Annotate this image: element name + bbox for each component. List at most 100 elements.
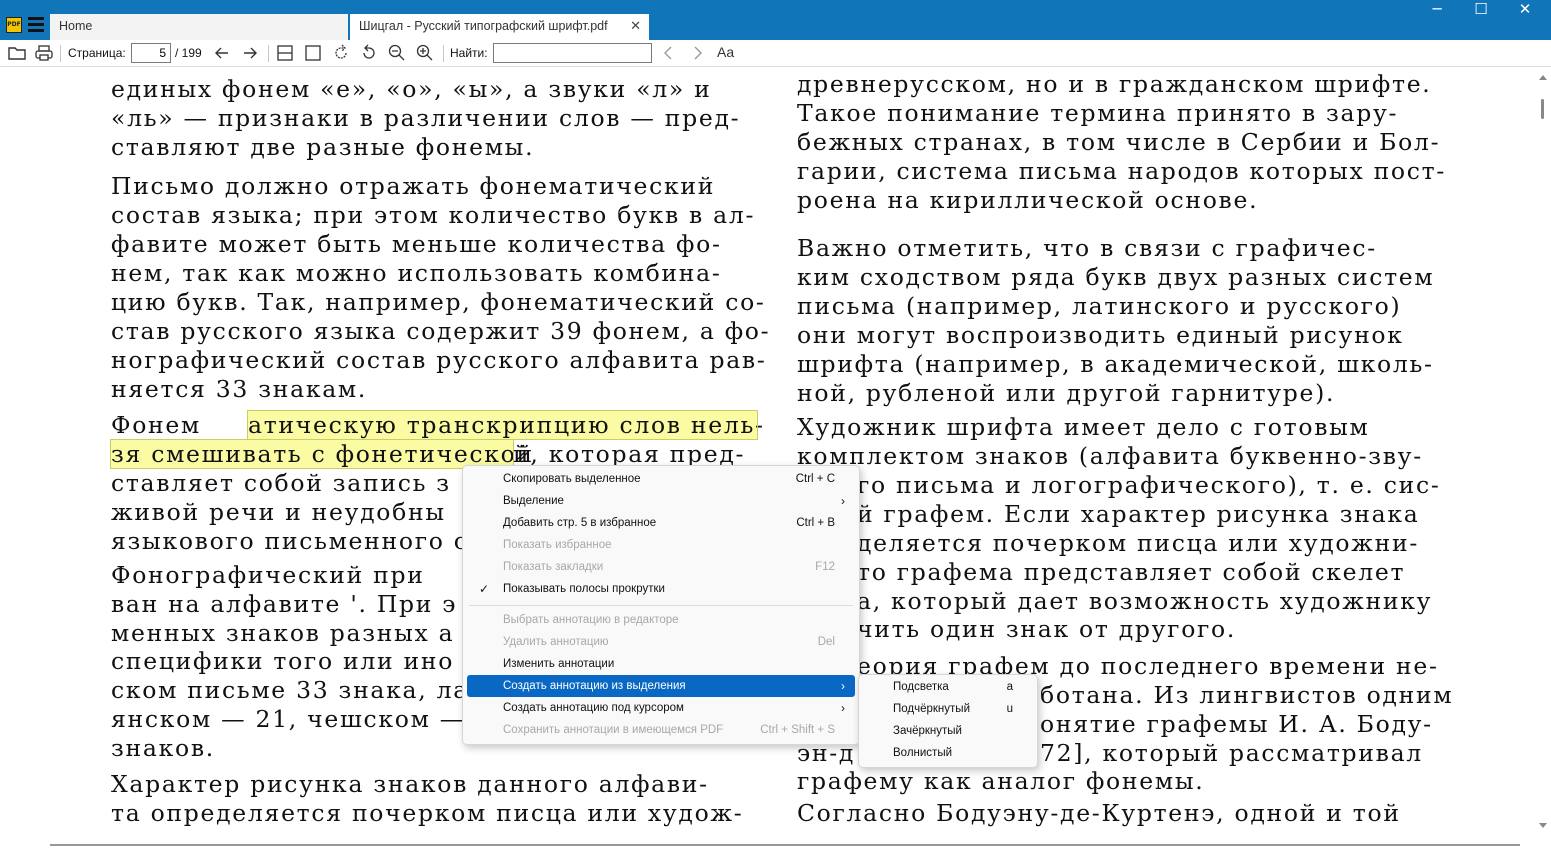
menu-shortcut: Ctrl + B [796, 517, 835, 529]
submenu-item-underline[interactable]: Подчёркнутый u [863, 698, 1031, 720]
text-line: состав языка; при этом количество букв в… [111, 201, 756, 229]
arrow-left-icon[interactable] [212, 43, 232, 63]
menu-item-show-favorites: Показать избранное [467, 534, 855, 556]
menu-item-label: Показывать полосы прокрутки [503, 583, 665, 595]
menu-item-delete-annotation: Удалить аннотацию Del [467, 631, 855, 653]
scroll-down-icon[interactable] [1539, 823, 1547, 828]
annotation-submenu: Подсветка a Подчёркнутый u Зачёркнутый В… [858, 674, 1038, 768]
submenu-item-highlight[interactable]: Подсветка a [863, 676, 1031, 698]
text-line: деляется почерком писца или художни- [857, 529, 1419, 557]
submenu-item-squiggly[interactable]: Волнистый [863, 742, 1031, 764]
menu-item-edit-annotations[interactable]: Изменить аннотации [467, 653, 855, 675]
menu-item-label: Выделение [503, 495, 564, 507]
text-line: Фонем [111, 411, 202, 439]
menu-item-label: Волнистый [893, 747, 953, 759]
horizontal-scrollbar[interactable] [0, 837, 1551, 853]
find-next-icon[interactable] [687, 43, 707, 63]
menu-item-create-annotation-from-selection[interactable]: Создать аннотацию из выделения › [467, 675, 855, 697]
tab-document[interactable]: Шицгал - Русский типографский шрифт.pdf … [350, 14, 649, 40]
text-line: онятие графемы И. А. Боду- [1040, 710, 1433, 738]
menu-item-selection[interactable]: Выделение › [467, 490, 855, 512]
maximize-button[interactable]: ☐ [1459, 0, 1503, 32]
menu-item-label: Добавить стр. 5 в избранное [503, 517, 657, 529]
scrollbar-thumb[interactable] [1541, 99, 1544, 119]
match-case-button[interactable]: Aa [717, 44, 734, 60]
text-line: чить один знак от другого. [857, 615, 1237, 643]
text-line: став русского языка содержит 39 фонем, а… [111, 317, 771, 345]
zoom-out-icon[interactable] [387, 43, 407, 63]
text-line: знаков. [111, 734, 215, 762]
text-line: Фонографический при [111, 561, 425, 589]
toolbar-separator [268, 45, 269, 62]
tab-home[interactable]: Home [50, 14, 348, 40]
page-label: Страница: [68, 46, 126, 60]
menu-item-copy-selection[interactable]: Скопировать выделенное Ctrl + C [467, 468, 855, 490]
text-line: цию букв. Так, например, фонематический … [111, 288, 766, 316]
app-logo-icon: PDF [6, 17, 22, 33]
text-line: й графем. Если характер рисунка знака [857, 500, 1420, 528]
find-prev-icon[interactable] [659, 43, 679, 63]
menu-item-label: Показать избранное [503, 539, 612, 551]
text-line: «ль» — признаки в различении слов — пред… [111, 104, 741, 132]
text-line: языкового письменного о [111, 527, 470, 555]
menu-item-label: Создать аннотацию из выделения [503, 680, 686, 692]
text-line: ботана. Из лингвистов одним [1040, 681, 1454, 709]
tab-close-icon[interactable]: ✕ [630, 14, 641, 38]
submenu-item-strikeout[interactable]: Зачёркнутый [863, 720, 1031, 742]
text-line: Характер рисунка знаков данного алфави- [111, 770, 709, 798]
menu-item-create-annotation-under-cursor[interactable]: Создать аннотацию под курсором › [467, 697, 855, 719]
text-line: ким сходством ряда букв двух разных сист… [797, 263, 1435, 291]
text-line: нографический состав русского алфавита р… [111, 346, 767, 374]
menu-item-label: Изменить аннотации [503, 658, 615, 670]
menu-item-label: Зачёркнутый [893, 725, 962, 737]
text-line: единых фонем «е», «о», «ы», а звуки «л» … [111, 75, 712, 103]
text-line: ставляют две разные фонемы. [111, 133, 535, 161]
fit-width-icon[interactable] [275, 43, 295, 63]
tab-home-label: Home [59, 19, 93, 33]
text-line: ставляет собой запись з [111, 469, 451, 497]
menu-item-label: Удалить аннотацию [503, 636, 609, 648]
page-number-input[interactable] [131, 43, 171, 63]
close-button[interactable]: ✕ [1503, 0, 1547, 32]
vertical-scrollbar[interactable] [1535, 67, 1551, 837]
menu-item-select-annotation: Выбрать аннотацию в редакторе [467, 609, 855, 631]
rotate-right-icon[interactable] [359, 43, 379, 63]
scroll-up-icon[interactable] [1539, 75, 1547, 80]
menu-separator [469, 605, 853, 606]
print-icon[interactable] [34, 43, 54, 63]
text-line: Такое понимание термина принято в зару- [797, 99, 1399, 127]
fit-page-icon[interactable] [303, 43, 323, 63]
text-line: та определяется почерком писца или худож… [111, 799, 744, 827]
text-line: Важно отметить, что в связи с графичес- [797, 234, 1377, 262]
rotate-left-icon[interactable] [331, 43, 351, 63]
text-line: ной, рубленой или другой гарнитуре). [797, 379, 1336, 407]
chevron-right-icon: › [841, 701, 845, 715]
toolbar: Страница: / 199 Найти: Aa [0, 40, 1551, 67]
menu-item-add-favorite[interactable]: Добавить стр. 5 в избранное Ctrl + B [467, 512, 855, 534]
hamburger-menu-icon[interactable] [28, 17, 44, 33]
scrollbar-thumb[interactable] [50, 844, 1520, 846]
text-line: специфики того или ино [111, 647, 455, 675]
open-folder-icon[interactable] [7, 43, 27, 63]
context-menu: Скопировать выделенное Ctrl + C Выделени… [462, 465, 860, 745]
menu-item-show-scrollbars[interactable]: ✓ Показывать полосы прокрутки [467, 578, 855, 600]
minimize-button[interactable]: ─ [1415, 0, 1459, 32]
find-input[interactable] [493, 43, 652, 63]
text-line: они могут воспроизводить единый рисунок [797, 321, 1404, 349]
text-line: письма (например, латинского и русского) [797, 292, 1402, 320]
text-line: Письмо должно отражать фонематический [111, 172, 716, 200]
menu-shortcut: Ctrl + Shift + S [760, 724, 835, 736]
menu-item-save-annotations: Сохранить аннотации в имеющемся PDF Ctrl… [467, 719, 855, 741]
arrow-right-icon[interactable] [240, 43, 260, 63]
zoom-in-icon[interactable] [415, 43, 435, 63]
text-line: то графема представляет собой скелет [857, 558, 1406, 586]
text-line: живой речи и неудобны [111, 498, 446, 526]
highlighted-text: зя смешивать с фонетической [110, 439, 534, 469]
highlighted-text: атическую транскрипцию слов нель- [247, 410, 765, 440]
text-line: графему как аналог фонемы. [797, 767, 1205, 795]
toolbar-separator [443, 45, 444, 62]
text-line: комплектом знаков (алфавита буквенно-зву… [797, 442, 1423, 470]
toolbar-separator [60, 45, 61, 62]
text-line: менных знаков разных а [111, 619, 455, 647]
menu-item-label: Создать аннотацию под курсором [503, 702, 684, 714]
